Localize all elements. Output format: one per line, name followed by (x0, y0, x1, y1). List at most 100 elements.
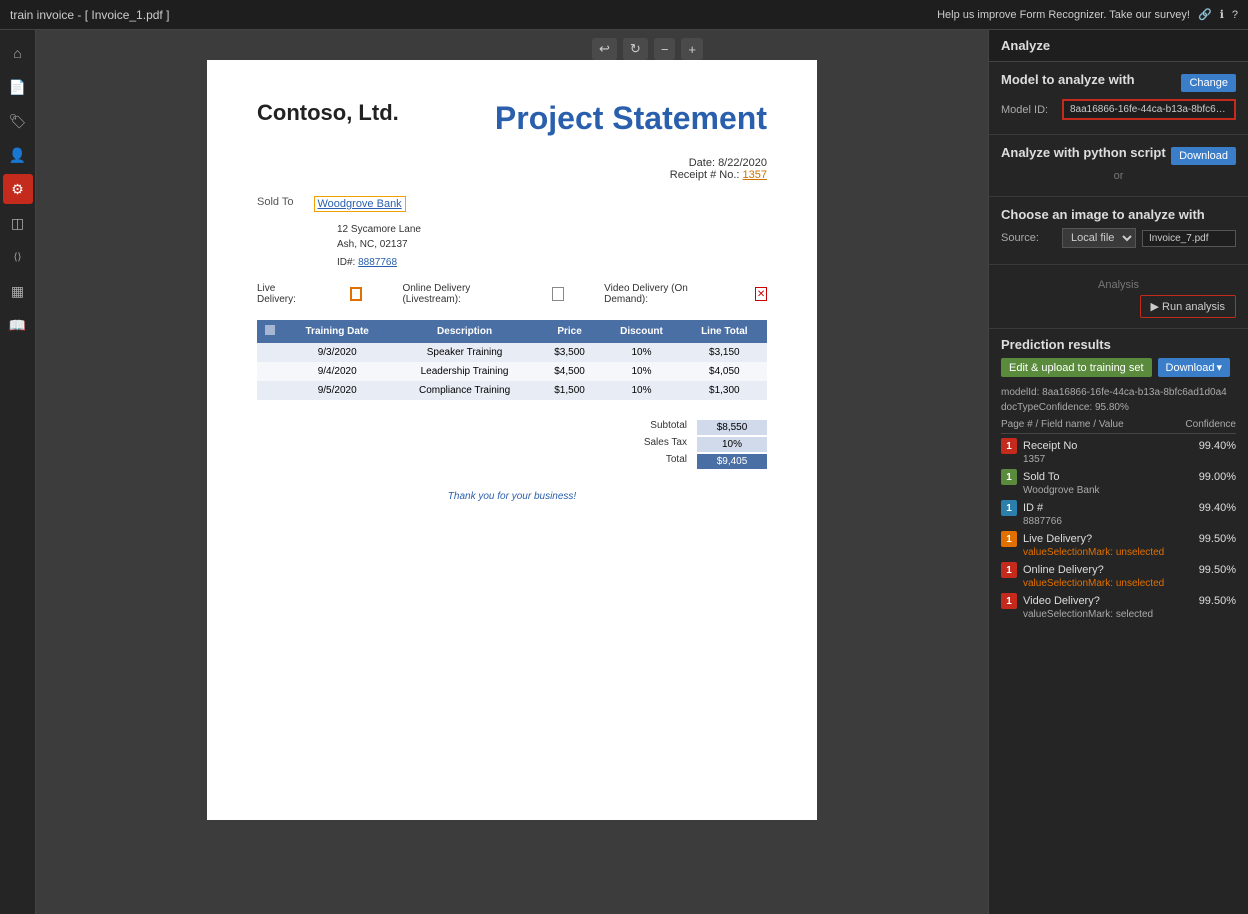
sidebar-book[interactable]: 📖 (3, 310, 33, 340)
zoom-in-button[interactable]: + (681, 38, 703, 60)
python-title: Analyze with python script (1001, 145, 1166, 160)
pred-meta: modelId: 8aa16866-16fe-44ca-b13a-8bfc6ad… (1001, 385, 1236, 415)
sold-to-value: Woodgrove Bank (314, 196, 406, 212)
pred-item: 1ID #99.40%8887766 (1001, 500, 1236, 527)
doc-title: Project Statement (495, 100, 767, 137)
pred-header: Prediction results (1001, 337, 1236, 352)
live-delivery-label: Live Delivery: (257, 283, 306, 305)
run-analysis-button[interactable]: ▶ Run analysis (1140, 295, 1237, 318)
col-training-date: Training Date (283, 320, 391, 343)
pred-value: 8887766 (1023, 516, 1236, 527)
address: 12 Sycamore Lane Ash, NC, 02137 (337, 222, 767, 252)
sidebar-person[interactable]: 👤 (3, 140, 33, 170)
pred-confidence: 99.50% (1199, 533, 1236, 545)
pred-badge: 1 (1001, 593, 1017, 609)
table-cell: $1,500 (538, 381, 602, 400)
improve-text: Help us improve Form Recognizer. Take ou… (937, 9, 1190, 21)
pred-badge: 1 (1001, 562, 1017, 578)
sidebar-tag[interactable]: 🏷 (3, 106, 33, 136)
doc-confidence-value: 95.80% (1095, 402, 1129, 413)
source-label: Source: (1001, 232, 1056, 244)
col-line-total: Line Total (682, 320, 767, 343)
company-name: Contoso, Ltd. (257, 100, 399, 126)
sidebar-settings[interactable]: ⚙ (3, 174, 33, 204)
pred-confidence: 99.40% (1199, 502, 1236, 514)
model-section: Model to analyze with Change Model ID: 8… (989, 62, 1248, 135)
table-cell: 9/4/2020 (283, 362, 391, 381)
table-cell: Speaker Training (391, 343, 537, 362)
sidebar: ⌂ 📄 🏷 👤 ⚙ ◫ ⟨⟩ ▦ 📖 (0, 30, 36, 914)
table-cell: $3,150 (682, 343, 767, 362)
sidebar-code[interactable]: ⟨⟩ (3, 242, 33, 272)
image-section: Choose an image to analyze with Source: … (989, 197, 1248, 265)
online-delivery-label: Online Delivery (Livestream): (402, 283, 508, 305)
pred-item: 1Video Delivery?99.50%valueSelectionMark… (1001, 593, 1236, 620)
python-download-button[interactable]: Download (1171, 147, 1236, 165)
zoom-reset-button[interactable]: ↩ (592, 38, 617, 60)
total-value: $9,405 (697, 454, 767, 469)
change-button[interactable]: Change (1181, 74, 1236, 92)
table-cell: 9/5/2020 (283, 381, 391, 400)
pred-value: valueSelectionMark: selected (1023, 609, 1236, 620)
table-cell: 10% (601, 343, 681, 362)
model-id-value: 8aa16866-16fe-44ca-b13a-8bfc6a... (1062, 99, 1236, 120)
canvas-toolbar: ↩ ↻ − + (592, 38, 703, 60)
sidebar-table[interactable]: ▦ (3, 276, 33, 306)
video-delivery-label: Video Delivery (On Demand): (604, 283, 711, 305)
pred-buttons: Edit & upload to training set Download ▾ (1001, 358, 1236, 377)
table-cell: 10% (601, 362, 681, 381)
sidebar-layers[interactable]: ◫ (3, 208, 33, 238)
date-value: 8/22/2020 (718, 157, 767, 169)
pred-confidence: 99.40% (1199, 440, 1236, 452)
info-icon: ℹ (1220, 8, 1224, 21)
pred-download-button[interactable]: Download ▾ (1158, 358, 1230, 377)
prediction-section: Prediction results Edit & upload to trai… (989, 329, 1248, 632)
pred-item: 1Sold To99.00%Woodgrove Bank (1001, 469, 1236, 496)
pred-items-container: 1Receipt No99.40%13571Sold To99.00%Woodg… (1001, 438, 1236, 620)
pred-item: 1Live Delivery?99.50%valueSelectionMark:… (1001, 531, 1236, 558)
survey-link-icon: 🔗 (1198, 8, 1212, 21)
pred-item: 1Online Delivery?99.50%valueSelectionMar… (1001, 562, 1236, 589)
pred-badge: 1 (1001, 531, 1017, 547)
delivery-options: Live Delivery: Online Delivery (Livestre… (257, 283, 767, 305)
tax-row: Sales Tax 10% (617, 437, 767, 452)
table-cell: $3,500 (538, 343, 602, 362)
doc-id: ID#: 8887768 (337, 257, 767, 268)
sidebar-document[interactable]: 📄 (3, 72, 33, 102)
model-id-meta-value: 8aa16866-16fe-44ca-b13a-8bfc6ad1d0a4 (1042, 387, 1227, 398)
pred-confidence: 99.50% (1199, 564, 1236, 576)
pred-badge: 1 (1001, 469, 1017, 485)
pred-columns: Page # / Field name / Value Confidence (1001, 419, 1236, 434)
table-cell: $4,050 (682, 362, 767, 381)
date-label: Date: (689, 157, 715, 169)
live-delivery-check (350, 287, 362, 301)
pred-field-name: ID # (1023, 502, 1193, 514)
doc-totals: Subtotal $8,550 Sales Tax 10% Total $9,4… (257, 420, 767, 471)
or-divider: or (1001, 170, 1236, 182)
edit-upload-button[interactable]: Edit & upload to training set (1001, 358, 1152, 377)
tax-value: 10% (697, 437, 767, 452)
pred-download-label: Download (1166, 362, 1215, 374)
col-discount: Discount (601, 320, 681, 343)
total-row: Total $9,405 (617, 454, 767, 469)
source-select[interactable]: Local file (1062, 228, 1136, 248)
sidebar-home[interactable]: ⌂ (3, 38, 33, 68)
right-panel: Analyze Model to analyze with Change Mod… (988, 30, 1248, 914)
source-row: Source: Local file Invoice_7.pdf (1001, 228, 1236, 248)
pred-value: valueSelectionMark: unselected (1023, 547, 1236, 558)
total-label: Total (617, 454, 687, 469)
file-input[interactable]: Invoice_7.pdf (1142, 230, 1236, 247)
pred-value: valueSelectionMark: unselected (1023, 578, 1236, 589)
analysis-divider: Analysis (1001, 279, 1236, 291)
doc-header: Contoso, Ltd. Project Statement (257, 100, 767, 137)
sold-to-label: Sold To (257, 196, 294, 212)
zoom-out-button[interactable]: − (654, 38, 676, 60)
table-cell: Compliance Training (391, 381, 537, 400)
model-section-title: Model to analyze with (1001, 72, 1135, 87)
image-title: Choose an image to analyze with (1001, 207, 1236, 222)
id-label: ID#: (337, 257, 355, 268)
table-row: 9/4/2020Leadership Training$4,50010%$4,0… (257, 362, 767, 381)
model-id-label: Model ID: (1001, 104, 1056, 116)
zoom-refresh-button[interactable]: ↻ (623, 38, 648, 60)
subtotal-row: Subtotal $8,550 (617, 420, 767, 435)
